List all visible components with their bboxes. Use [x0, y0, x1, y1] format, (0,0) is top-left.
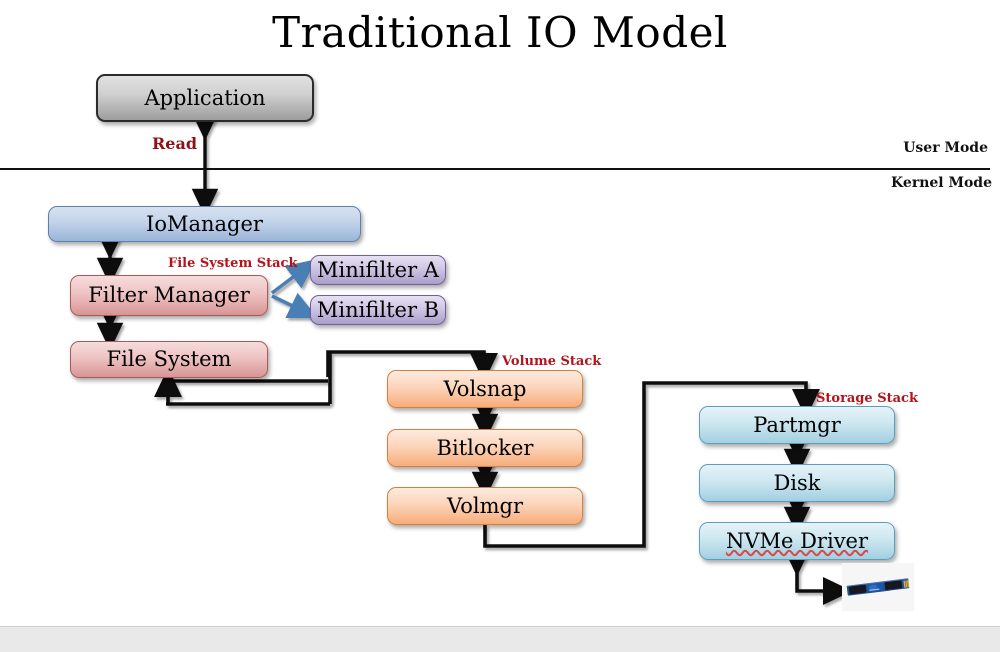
node-application-label: Application: [144, 85, 266, 110]
nvme-ssd-photo: [842, 563, 914, 611]
node-iomanager-label: IoManager: [146, 211, 263, 236]
node-volsnap-label: Volsnap: [443, 376, 527, 401]
read-operation-label: Read: [152, 134, 198, 153]
node-nvme-driver-label: NVMe Driver: [725, 528, 869, 553]
node-volmgr[interactable]: Volmgr: [387, 487, 583, 525]
node-bitlocker-label: Bitlocker: [436, 435, 534, 460]
node-minifilter-a-label: Minifilter A: [317, 257, 439, 282]
node-disk[interactable]: Disk: [699, 464, 895, 502]
node-nvme-driver[interactable]: NVMe Driver: [699, 522, 895, 560]
node-filter-manager[interactable]: Filter Manager: [70, 275, 268, 316]
node-partmgr[interactable]: Partmgr: [699, 406, 895, 444]
node-minifilter-b-label: Minifilter B: [316, 297, 440, 322]
node-minifilter-b[interactable]: Minifilter B: [310, 295, 446, 325]
user-mode-label: User Mode: [903, 140, 988, 156]
node-file-system[interactable]: File System: [70, 341, 268, 378]
node-filter-manager-label: Filter Manager: [88, 283, 250, 307]
node-file-system-label: File System: [106, 347, 232, 371]
wire-filtermanager-minifilter-b: [271, 292, 318, 319]
file-system-stack-caption: File System Stack: [168, 256, 298, 271]
footer-strip: [0, 626, 1000, 652]
storage-stack-caption: Storage Stack: [816, 391, 918, 406]
kernel-mode-label: Kernel Mode: [891, 175, 992, 191]
node-minifilter-a[interactable]: Minifilter A: [310, 255, 446, 285]
node-disk-label: Disk: [773, 470, 821, 495]
user-kernel-divider-line: [0, 168, 990, 170]
node-application[interactable]: Application: [96, 74, 314, 122]
node-volmgr-label: Volmgr: [447, 493, 523, 518]
page-title: Traditional IO Model: [272, 8, 728, 57]
node-bitlocker[interactable]: Bitlocker: [387, 429, 583, 467]
wire-filtermanager-minifilter-a: [270, 259, 317, 295]
node-iomanager[interactable]: IoManager: [48, 206, 361, 242]
node-volsnap[interactable]: Volsnap: [387, 370, 583, 408]
node-partmgr-label: Partmgr: [753, 412, 841, 437]
slide-canvas: Traditional IO Model User Mode Kernel Mo…: [0, 0, 1000, 652]
volume-stack-caption: Volume Stack: [502, 354, 602, 369]
wire-nvme-to-ssd: [782, 546, 853, 606]
